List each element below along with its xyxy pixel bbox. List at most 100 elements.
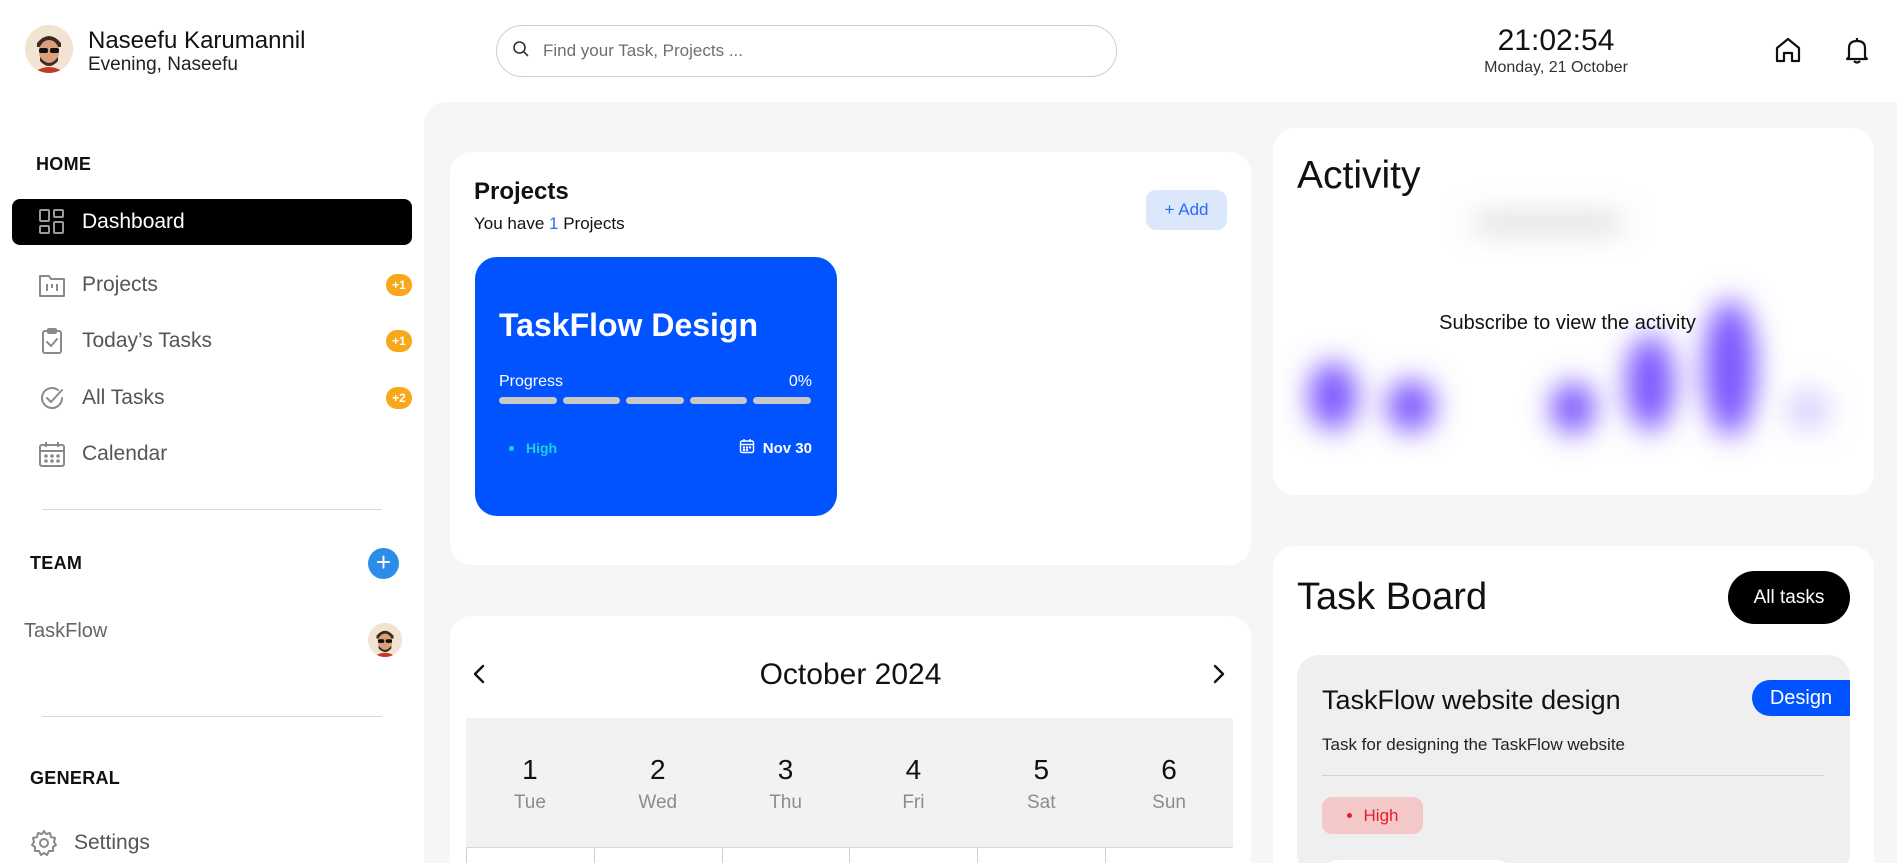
check-circle-icon	[38, 384, 66, 412]
progress-segment	[562, 397, 621, 404]
team-member-avatar[interactable]	[368, 623, 402, 657]
priority-label: High	[526, 440, 558, 456]
user-avatar[interactable]	[25, 25, 73, 73]
progress-segment	[626, 397, 684, 404]
project-priority: High	[509, 440, 557, 456]
day-number: 6	[1161, 754, 1177, 785]
priority-dot	[1346, 813, 1352, 818]
clipboard-check-icon	[38, 327, 66, 355]
calendar-cell[interactable]	[466, 848, 594, 863]
day-number: 1	[522, 754, 538, 785]
progress-segment	[753, 397, 811, 404]
projects-subtitle-suffix: Projects	[558, 214, 625, 233]
clock-time: 21:02:54	[1497, 24, 1615, 57]
sidebar-item-settings[interactable]: Settings	[4, 820, 404, 866]
add-team-button[interactable]: +	[368, 548, 399, 579]
calendar-month-title: October 2024	[759, 658, 942, 691]
calendar-cell[interactable]	[1105, 848, 1233, 863]
task-board-card: Task Board All tasks TaskFlow website de…	[1273, 546, 1874, 863]
projects-title: Projects	[474, 178, 569, 205]
sidebar: HOME Dashboard Projects +1 Today’s Tasks…	[0, 102, 424, 863]
day-of-week: Thu	[769, 792, 802, 813]
calendar-cell[interactable]	[977, 848, 1106, 863]
task-description: Task for designing the TaskFlow website	[1322, 735, 1626, 754]
calendar-cell[interactable]	[593, 848, 722, 863]
sidebar-item-dashboard[interactable]: Dashboard	[12, 199, 412, 245]
all-tasks-button[interactable]: All tasks	[1728, 571, 1850, 624]
gear-icon	[30, 829, 58, 857]
progress-bar	[499, 397, 811, 404]
sidebar-item-label: Today’s Tasks	[82, 329, 212, 352]
folder-icon	[38, 271, 66, 299]
bell-icon[interactable]	[1840, 33, 1874, 67]
sidebar-item-label: Settings	[74, 831, 150, 854]
calendar-day[interactable]: 5 Sat	[977, 718, 1106, 848]
progress-label: Progress	[499, 373, 564, 390]
calendar-day[interactable]: 4 Fri	[849, 718, 978, 848]
project-due-date: Nov 30	[739, 438, 812, 458]
team-section-title: TEAM	[30, 553, 83, 573]
calendar-event-row	[466, 848, 1233, 863]
projects-subtitle-prefix: You have	[474, 214, 549, 233]
calendar-cell[interactable]	[721, 848, 850, 863]
sidebar-item-label: Dashboard	[82, 210, 185, 233]
sidebar-item-all-tasks[interactable]: All Tasks +2	[12, 375, 412, 421]
project-name: TaskFlow Design	[499, 307, 759, 343]
day-of-week: Tue	[513, 792, 546, 813]
activity-title: Activity	[1297, 154, 1421, 197]
greeting-text: Evening, Naseefu	[88, 54, 238, 75]
subscribe-message[interactable]: Subscribe to view the activity	[1273, 312, 1862, 335]
home-icon[interactable]	[1771, 33, 1805, 67]
team-name[interactable]: TaskFlow	[24, 620, 107, 643]
sidebar-divider	[42, 716, 382, 717]
day-of-week: Sun	[1152, 792, 1186, 813]
calendar-day[interactable]: 3 Thu	[721, 718, 850, 848]
sidebar-divider	[42, 509, 382, 510]
sidebar-item-calendar[interactable]: Calendar	[12, 431, 412, 477]
calendar-week-strip: 1 Tue 2 Wed 3 Thu 4 Fri 5 Sat 6 Sun	[466, 718, 1233, 863]
day-of-week: Sat	[1026, 792, 1056, 813]
sidebar-item-label: Projects	[82, 273, 158, 296]
due-date-label: Nov 30	[762, 439, 812, 457]
day-number: 2	[649, 754, 666, 785]
sidebar-item-label: All Tasks	[82, 386, 165, 409]
day-of-week: Wed	[638, 792, 678, 813]
day-number: 4	[905, 754, 922, 785]
calendar-cell[interactable]	[849, 848, 978, 863]
calendar-day[interactable]: 6 Sun	[1105, 718, 1233, 848]
task-card[interactable]: TaskFlow website design Design Task for …	[1297, 655, 1850, 863]
dashboard-grid-icon	[38, 208, 66, 236]
add-project-button[interactable]: + Add	[1146, 190, 1227, 230]
user-name: Naseefu Karumannil	[88, 27, 306, 54]
task-category-tag: Design	[1752, 680, 1850, 716]
day-number: 3	[777, 754, 794, 785]
search-icon	[511, 39, 531, 64]
project-tile[interactable]: TaskFlow Design Progress 0% High Nov 30	[475, 257, 837, 516]
task-divider	[1322, 775, 1824, 776]
task-priority-badge: High	[1322, 797, 1423, 834]
calendar-day[interactable]: 2 Wed	[593, 718, 722, 848]
task-board-title: Task Board	[1297, 576, 1488, 618]
general-section-title: GENERAL	[30, 768, 121, 788]
sidebar-item-projects[interactable]: Projects +1	[12, 262, 412, 308]
progress-value: 0%	[788, 373, 812, 390]
projects-subtitle: You have 1 Projects	[474, 214, 625, 234]
calendar-icon	[38, 440, 66, 468]
projects-count-badge: +1	[386, 274, 412, 296]
todays-tasks-count-badge: +1	[386, 330, 412, 352]
progress-segment	[499, 397, 557, 404]
priority-dot	[509, 445, 514, 451]
sidebar-item-label: Calendar	[82, 442, 168, 465]
sidebar-item-todays-tasks[interactable]: Today’s Tasks +1	[12, 318, 412, 364]
task-title: TaskFlow website design	[1322, 685, 1621, 715]
calendar-day[interactable]: 1 Tue	[466, 718, 594, 848]
projects-card: Projects You have 1 Projects + Add TaskF…	[450, 152, 1251, 565]
day-of-week: Fri	[902, 792, 925, 813]
search-bar[interactable]	[496, 25, 1117, 77]
priority-label: High	[1363, 805, 1399, 825]
search-input[interactable]	[543, 41, 1103, 61]
progress-segment	[689, 397, 748, 404]
all-tasks-count-badge: +2	[386, 387, 412, 409]
chevron-right-icon[interactable]	[1206, 662, 1230, 686]
activity-card: Activity Subscribe to view the activity	[1273, 128, 1874, 495]
